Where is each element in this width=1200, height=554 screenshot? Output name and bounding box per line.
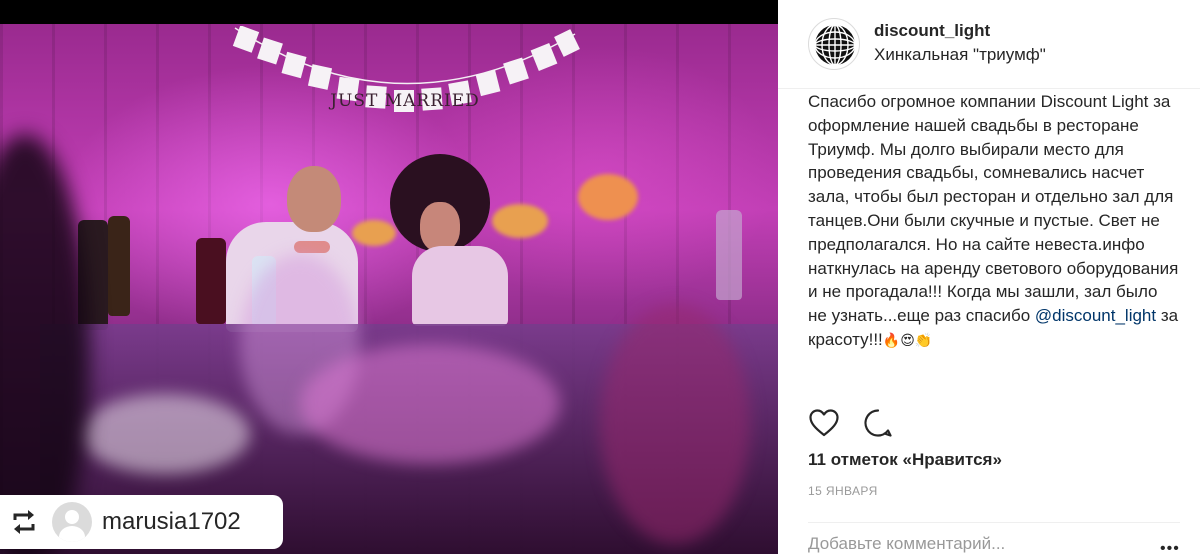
profile-avatar[interactable] [808, 18, 860, 70]
flower-bouquet [578, 174, 638, 220]
bride-dress [412, 246, 508, 326]
repost-icon [8, 506, 40, 538]
comment-divider [808, 522, 1180, 523]
caption-mention[interactable]: @discount_light [1035, 306, 1156, 325]
banner-text: JUST MARRIED [328, 91, 480, 111]
blurred-glass [600, 304, 750, 544]
wine-bottle [108, 216, 130, 316]
blurred-dish [300, 344, 560, 464]
like-button[interactable] [808, 407, 840, 439]
comment-button[interactable] [862, 407, 894, 439]
header-divider [778, 88, 1200, 89]
bride-face [420, 202, 460, 252]
post-location[interactable]: Хинкальная "триумф" [874, 45, 1046, 65]
flower-bouquet [352, 220, 396, 246]
post-header: discount_light Хинкальная "триумф" [778, 0, 1200, 88]
soda-bottle [716, 210, 742, 300]
heart-icon [809, 409, 839, 437]
post-details-panel: discount_light Хинкальная "триумф" Спаси… [778, 0, 1200, 554]
wedding-scene: JUST MARRIED [0, 24, 778, 554]
groom-head [287, 166, 341, 232]
just-married-banner: JUST MARRIED [232, 26, 580, 112]
comment-input[interactable] [808, 534, 1138, 554]
regram-avatar[interactable] [52, 502, 92, 542]
post-date[interactable]: 15 ЯНВАРЯ [808, 484, 878, 498]
caption-emojis: 🔥😍👏 [882, 332, 933, 349]
blurred-plate [80, 394, 250, 474]
regram-username[interactable]: marusia1702 [102, 508, 241, 536]
like-count[interactable]: 11 отметок «Нравится» [808, 450, 1002, 470]
soda-bottle [196, 238, 226, 324]
groom-bowtie [294, 241, 330, 253]
disco-ball-icon [814, 24, 856, 66]
post-caption: Спасибо огромное компании Discount Light… [808, 90, 1180, 396]
caption-text: Спасибо огромное компании Discount Light… [808, 92, 1179, 326]
profile-username[interactable]: discount_light [874, 21, 990, 41]
flower-bouquet [492, 204, 548, 238]
post-photo[interactable]: JUST MARRIED marusia1702 [0, 0, 778, 554]
regram-badge[interactable]: marusia1702 [0, 495, 283, 549]
photo-top-bar [0, 0, 778, 24]
post-actions [808, 406, 916, 440]
more-options-button[interactable]: ••• [1160, 540, 1180, 554]
comment-icon [864, 409, 892, 437]
